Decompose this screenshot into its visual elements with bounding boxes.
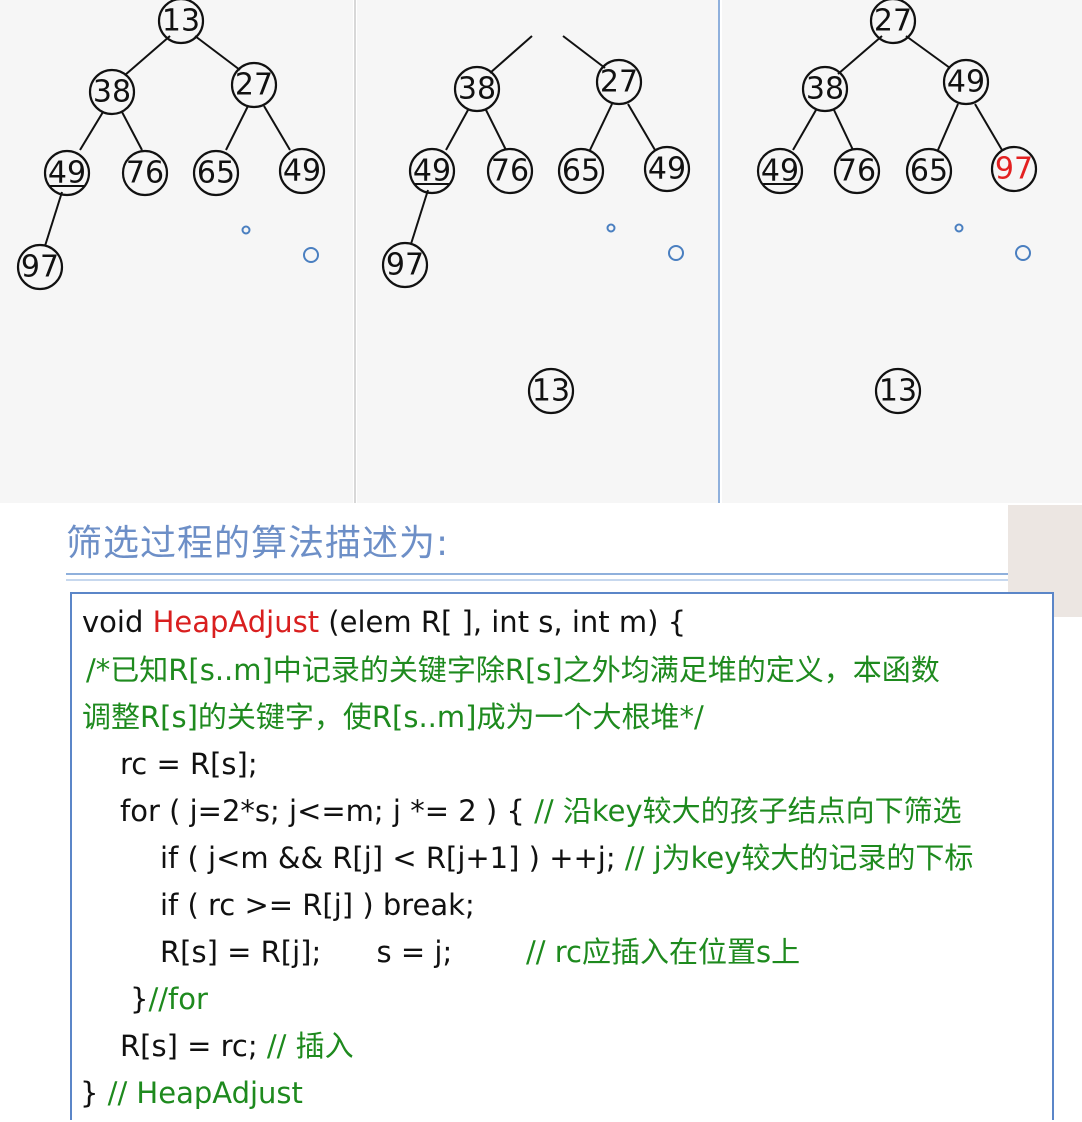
node-label: 13 [879,374,917,409]
node-label: 38 [458,72,496,107]
node-label: 38 [806,72,844,107]
heap-node: 13 [874,367,922,415]
heap-node: 49 [643,145,691,193]
heap-node: 27 [595,58,643,106]
node-label: 49 [947,65,985,100]
node-label: 27 [600,65,638,100]
code-line-1: void HeapAdjust (elem R[ ], int s, int m… [82,605,687,639]
heap-node: 38 [88,68,136,116]
node-label: 65 [197,156,235,191]
code-line-6: if ( j<m && R[j] < R[j+1] ) ++j; // j为ke… [160,841,974,875]
node-label: 76 [838,154,876,189]
node-label: 27 [874,4,912,39]
code-line-8: R[s] = R[j]; s = j; // rc应插入在位置s上 [160,935,801,969]
code-line-9: }//for [130,982,208,1016]
heap-node: 76 [121,149,169,197]
heap-node: 49 [756,147,804,195]
code-line-11: } // HeapAdjust [80,1076,303,1110]
heap-node: 49 [408,147,456,195]
heap-node: 38 [801,65,849,113]
code-line-7: if ( rc >= R[j] ) break; [160,888,475,922]
code-comment-line-3: 调整R[s]的关键字，使R[s..m]成为一个大根堆*/ [82,700,704,734]
heap-node: 76 [833,147,881,195]
node-label: 13 [532,374,570,409]
node-label: 38 [93,75,131,110]
heap-node: 97 [16,243,64,291]
code-comment-line-2: /*已知R[s..m]中记录的关键字除R[s]之外均满足堆的定义，本函数 [86,653,940,687]
heap-node: 65 [557,147,605,195]
section-heading: 筛选过程的算法描述为: [66,523,450,564]
heap-node: 65 [905,147,953,195]
heap-node: 97 [990,145,1038,193]
code-line-4: rc = R[s]; [120,747,258,781]
node-label: 49 [648,152,686,187]
node-label: 65 [910,154,948,189]
node-label: 76 [126,156,164,191]
node-label: 13 [162,4,200,39]
node-label: 97 [21,250,59,285]
heap-node: 38 [453,65,501,113]
node-label: 76 [491,154,529,189]
node-label: 97 [995,152,1033,187]
heap-node: 49 [278,147,326,195]
heap-node: 13 [157,0,205,45]
function-name: HeapAdjust [152,605,320,639]
panel-3-bg [722,0,1082,503]
heap-node: 97 [381,241,429,289]
heap-node: 27 [230,61,278,109]
code-block: void HeapAdjust (elem R[ ], int s, int m… [70,592,1054,1120]
heap-node: 65 [192,149,240,197]
heap-node: 49 [942,58,990,106]
node-label: 49 [283,154,321,189]
node-label: 65 [562,154,600,189]
node-label: 97 [386,248,424,283]
heap-node: 27 [869,0,917,45]
node-label: 27 [235,68,273,103]
heap-node: 49 [43,149,91,197]
heap-node: 76 [486,147,534,195]
code-line-10: R[s] = rc; // 插入 [120,1029,354,1063]
code-line-5: for ( j=2*s; j<=m; j *= 2 ) { // 沿key较大的… [120,794,962,828]
heap-node: 13 [527,367,575,415]
